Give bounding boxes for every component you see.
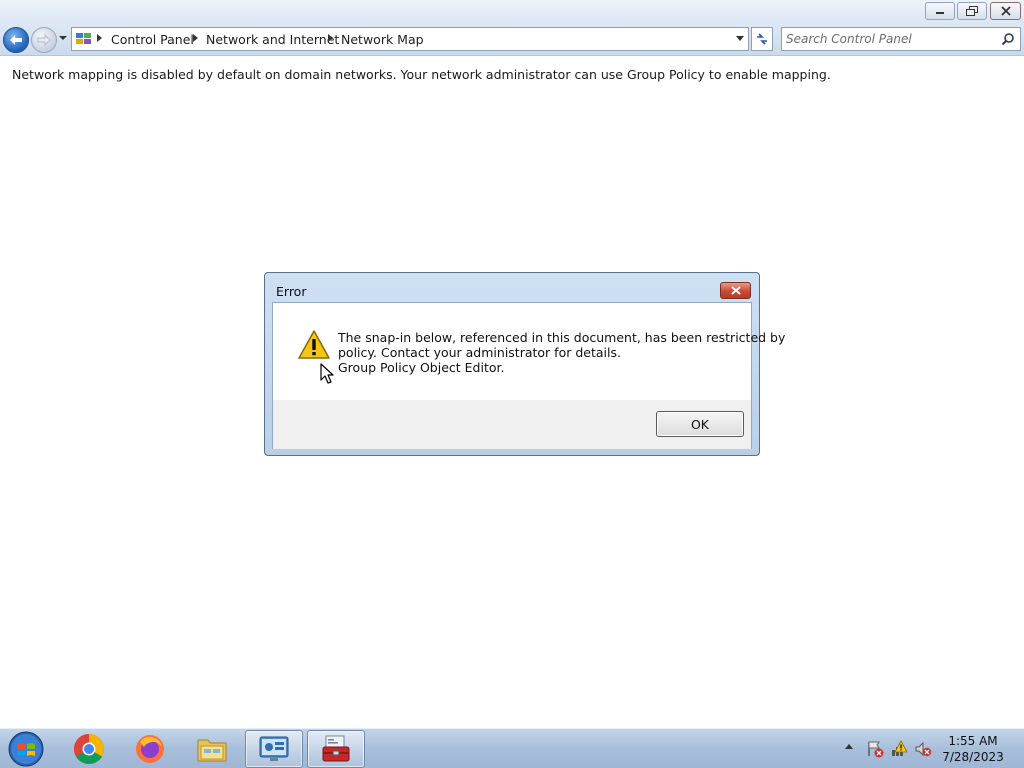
taskbar-firefox[interactable] [121, 730, 179, 768]
dialog-footer: OK [273, 400, 751, 449]
warning-icon [298, 330, 330, 359]
start-button[interactable] [6, 730, 46, 768]
taskbar-clock[interactable]: 1:55 AM 7/28/2023 [936, 733, 1010, 765]
dialog-message-line: The snap-in below, referenced in this do… [338, 330, 786, 345]
close-icon [730, 286, 741, 295]
back-arrow-icon [10, 35, 22, 45]
taskbar-chrome[interactable] [60, 730, 118, 768]
network-map-icon [259, 736, 289, 761]
action-center-icon[interactable] [866, 740, 884, 758]
title-bar [0, 0, 1024, 24]
search-input[interactable] [784, 30, 994, 48]
taskbar-toolbox[interactable] [307, 730, 365, 768]
search-icon[interactable] [1001, 32, 1015, 46]
clock-date: 7/28/2023 [942, 750, 1004, 764]
recent-pages-dropdown[interactable] [58, 34, 68, 44]
dialog-message: The snap-in below, referenced in this do… [338, 330, 786, 375]
breadcrumb-separator-icon[interactable] [97, 34, 102, 42]
refresh-icon [757, 33, 767, 45]
minimize-icon [936, 12, 944, 14]
chevron-down-icon [59, 36, 67, 40]
address-bar[interactable]: Control Panel Network and Internet Netwo… [71, 27, 749, 51]
breadcrumb-network-and-internet[interactable]: Network and Internet [206, 32, 339, 47]
network-icon[interactable] [890, 740, 908, 758]
taskbar: 1:55 AM 7/28/2023 [0, 728, 1024, 768]
breadcrumb-control-panel[interactable]: Control Panel [111, 32, 194, 47]
refresh-button[interactable] [751, 27, 773, 51]
dialog-message-line: policy. Contact your administrator for d… [338, 345, 621, 360]
ok-button[interactable]: OK [656, 411, 744, 437]
taskbar-windows-explorer[interactable] [183, 730, 241, 768]
error-dialog: Error The snap-in below, referenced in t… [264, 272, 786, 456]
control-panel-window: Control Panel Network and Internet Netwo… [0, 0, 1024, 728]
address-dropdown-icon[interactable] [736, 36, 744, 41]
close-icon [1000, 6, 1011, 16]
chrome-icon [73, 734, 105, 765]
volume-muted-icon[interactable] [914, 740, 932, 758]
breadcrumb-network-map[interactable]: Network Map [341, 32, 424, 47]
toolbox-icon [322, 735, 350, 762]
network-map-info-text: Network mapping is disabled by default o… [12, 67, 831, 82]
dialog-body: The snap-in below, referenced in this do… [272, 302, 786, 449]
back-button[interactable] [3, 27, 29, 53]
show-hidden-icons-button[interactable] [845, 744, 853, 749]
forward-arrow-icon [37, 34, 51, 46]
folder-icon [197, 739, 227, 762]
breadcrumb-separator-icon[interactable] [193, 34, 198, 42]
restore-icon [966, 6, 978, 16]
restore-button[interactable] [957, 2, 987, 20]
breadcrumb-separator-icon[interactable] [328, 34, 333, 42]
dialog-close-button[interactable] [720, 282, 751, 299]
forward-button[interactable] [31, 27, 57, 53]
dialog-snapin-name: Group Policy Object Editor. [338, 360, 505, 375]
clock-time: 1:55 AM [948, 734, 998, 748]
navigation-bar: Control Panel Network and Internet Netwo… [0, 24, 1024, 56]
taskbar-control-panel[interactable] [245, 730, 303, 768]
close-window-button[interactable] [990, 2, 1021, 20]
search-box[interactable] [781, 27, 1021, 51]
dialog-title: Error [276, 284, 307, 299]
control-panel-icon [76, 33, 91, 44]
mouse-cursor-icon [320, 363, 334, 384]
firefox-icon [136, 735, 164, 763]
minimize-button[interactable] [925, 2, 955, 20]
